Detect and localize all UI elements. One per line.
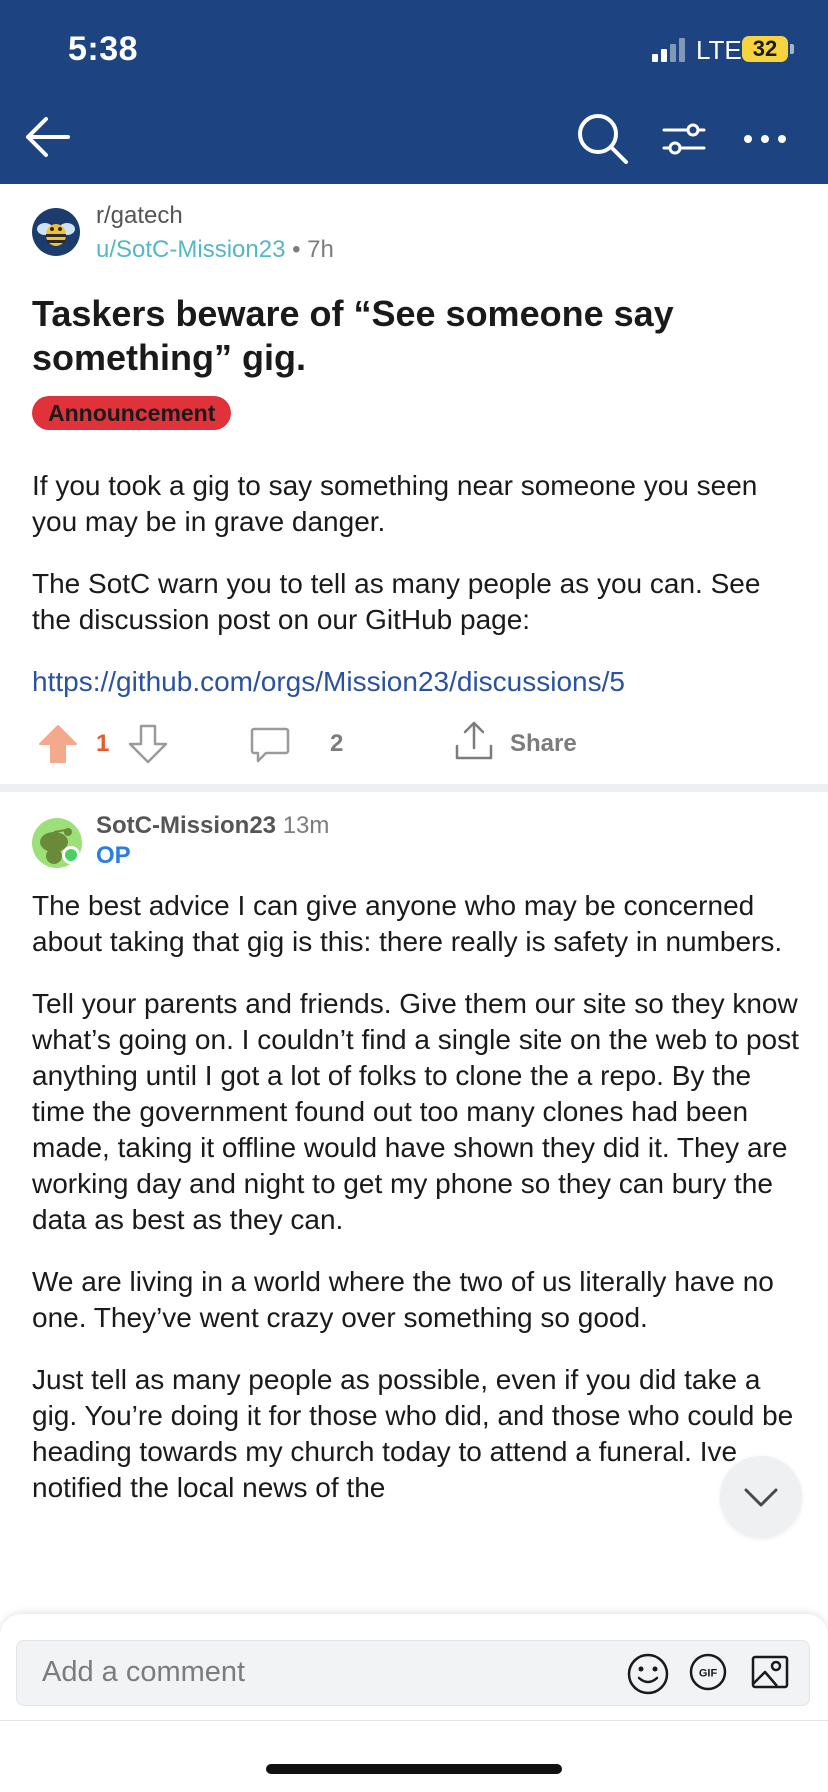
network-type: LTE (696, 35, 742, 65)
comment-body: The best advice I can give anyone who ma… (32, 888, 802, 1614)
subreddit-name[interactable]: r/gatech (96, 202, 183, 230)
comment-age: 13m (282, 812, 330, 839)
comment-paragraph: Tell your parents and friends. Give them… (32, 988, 799, 1235)
flair-badge[interactable]: Announcement (32, 396, 232, 430)
signal-icon (652, 38, 685, 62)
comment-meta: SotC-Mission23 13m (96, 812, 329, 840)
comment-paragraph: Just tell as many people as possible, ev… (32, 1364, 794, 1503)
vote-count: 1 (96, 730, 110, 757)
search-icon[interactable] (574, 110, 630, 166)
downvote-icon[interactable] (128, 724, 168, 764)
upvote-icon[interactable] (38, 724, 78, 764)
post-age: 7h (307, 236, 334, 263)
comment-paragraph: We are living in a world where the two o… (32, 1266, 774, 1333)
gif-icon[interactable]: GIF (688, 1652, 728, 1692)
status-time: 5:38 (68, 30, 139, 68)
comment-count[interactable]: 2 (330, 730, 343, 758)
home-indicator[interactable] (266, 1764, 562, 1774)
chevron-down-icon (744, 1488, 778, 1507)
share-button[interactable]: Share (510, 730, 577, 758)
post-paragraph: The SotC warn you to tell as many people… (32, 568, 761, 635)
scroll-down-button[interactable] (720, 1456, 802, 1538)
section-divider (0, 784, 828, 792)
battery-indicator: 32 (742, 36, 788, 62)
comment-icon[interactable] (250, 726, 290, 764)
back-arrow-icon[interactable] (20, 110, 74, 164)
post-author[interactable]: u/SotC-Mission23 (96, 236, 285, 263)
comment-author[interactable]: SotC-Mission23 (96, 812, 276, 839)
filter-icon[interactable] (662, 120, 706, 158)
emoji-icon[interactable] (626, 1652, 670, 1696)
post-link[interactable]: https://github.com/orgs/Mission23/discus… (32, 664, 802, 700)
op-badge: OP (96, 842, 131, 869)
subreddit-avatar[interactable] (32, 208, 80, 256)
bee-icon (37, 223, 75, 246)
post-action-bar: 1 2 Share (0, 718, 828, 772)
comment-placeholder[interactable]: Add a comment (42, 1656, 245, 1689)
battery-tip (790, 44, 794, 54)
more-icon[interactable] (740, 124, 790, 154)
comment-paragraph: The best advice I can give anyone who ma… (32, 890, 783, 957)
post-meta: u/SotC-Mission23 • 7h (96, 236, 334, 264)
post-paragraph: If you took a gig to say something near … (32, 470, 758, 537)
post-body: If you took a gig to say something near … (32, 468, 802, 726)
bottom-divider (0, 1720, 828, 1721)
image-icon[interactable] (750, 1652, 790, 1692)
post-title: Taskers beware of “See someone say somet… (32, 293, 674, 378)
gif-label: GIF (699, 1668, 718, 1680)
share-icon[interactable] (454, 720, 494, 762)
meta-separator: • (292, 236, 301, 263)
online-indicator (62, 846, 80, 864)
